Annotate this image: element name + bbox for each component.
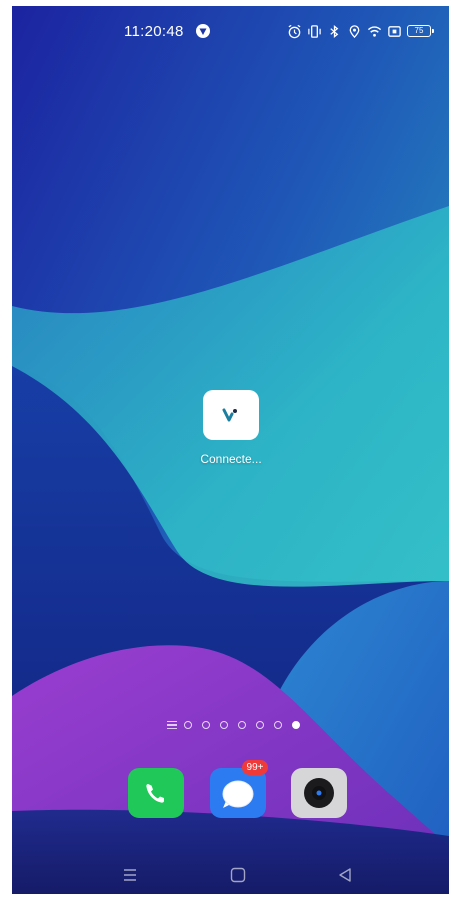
page-dot[interactable]	[256, 721, 264, 729]
home-icon[interactable]	[228, 865, 248, 885]
messages-app[interactable]: 99+	[210, 760, 268, 818]
page-list-icon[interactable]	[167, 721, 177, 729]
battery-indicator: 75	[407, 25, 434, 37]
app-connected[interactable]: Connecte...	[181, 390, 281, 466]
message-bubble-icon	[222, 780, 254, 808]
page-dot-active[interactable]	[292, 721, 300, 729]
status-bar: 11:20:48 75	[12, 6, 449, 58]
connected-app-icon[interactable]	[203, 390, 259, 440]
status-time: 11:20:48	[124, 23, 184, 40]
notification-badge: 99+	[242, 760, 268, 775]
bluetooth-icon	[330, 24, 339, 38]
phone-screen: 11:20:48 75 Connecte... 99+	[12, 6, 449, 894]
status-icons: 75	[287, 23, 434, 39]
menu-icon[interactable]	[120, 865, 140, 885]
phone-icon	[146, 784, 164, 803]
page-dot[interactable]	[220, 721, 228, 729]
page-indicators[interactable]	[167, 718, 310, 732]
page-dot[interactable]	[184, 721, 192, 729]
alarm-icon	[288, 24, 301, 38]
camera-icon	[304, 778, 334, 808]
vibrate-icon	[308, 24, 321, 38]
page-dot[interactable]	[238, 721, 246, 729]
vpn-shield-icon	[195, 23, 211, 39]
sim-icon	[388, 25, 401, 37]
camera-app[interactable]	[291, 768, 347, 818]
wifi-icon	[367, 25, 382, 37]
phone-app[interactable]	[128, 768, 184, 818]
page-dot[interactable]	[202, 721, 210, 729]
page-dot[interactable]	[274, 721, 282, 729]
navigation-bar	[12, 856, 449, 894]
app-label: Connecte...	[200, 452, 262, 466]
location-icon	[349, 24, 360, 38]
back-icon[interactable]	[335, 865, 355, 885]
